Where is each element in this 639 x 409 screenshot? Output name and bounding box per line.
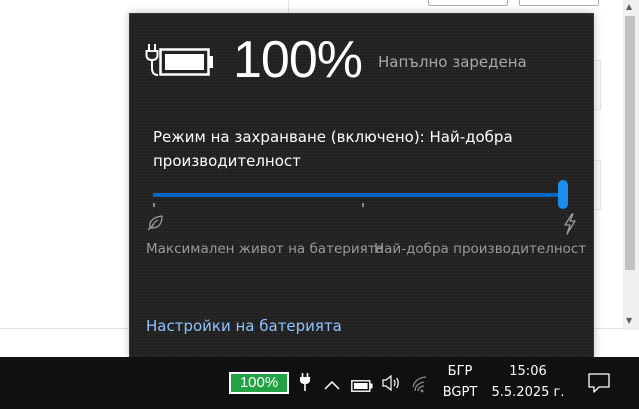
power-plug-icon[interactable] [299, 372, 311, 396]
language-indicator[interactable]: БГР [440, 363, 480, 381]
slider-tick [153, 203, 155, 207]
divider [594, 328, 624, 329]
clock-time[interactable]: 15:06 [490, 363, 566, 381]
battery-percentage: 100% [233, 31, 363, 89]
background-button[interactable] [428, 0, 508, 6]
battery-flyout: 100% Напълно заредена Режим на захранван… [129, 13, 594, 359]
power-mode-label: Режим на захранване (включено): Най-добр… [153, 128, 513, 170]
taskbar: 100% БГР BGPT 15:06 5.5.2025 г. [0, 357, 639, 409]
background-panel [593, 160, 601, 210]
power-mode-slider[interactable] [153, 193, 566, 197]
charge-status: Напълно заредена [378, 53, 527, 71]
battery-percent-badge[interactable]: 100% [229, 372, 289, 394]
battery-full-icon [159, 48, 215, 80]
wifi-icon[interactable] [412, 372, 432, 398]
slider-tick [362, 203, 364, 207]
speaker-icon[interactable] [381, 374, 401, 396]
battery-icon[interactable] [351, 377, 373, 396]
scrollbar-thumb[interactable] [625, 16, 635, 270]
power-plug-icon [145, 42, 159, 82]
divider [0, 328, 130, 329]
chevron-up-icon[interactable] [323, 376, 341, 395]
scroll-up-icon[interactable]: ▲ [626, 2, 632, 11]
notification-icon[interactable] [588, 373, 610, 397]
slider-right-label: Най-добра производителност [374, 241, 587, 257]
lightning-bolt-icon [563, 213, 577, 239]
battery-settings-link[interactable]: Настройки на батерията [146, 316, 342, 336]
clock-date[interactable]: 5.5.2025 г. [490, 384, 566, 402]
power-mode-slider-thumb[interactable] [558, 180, 568, 209]
background-button[interactable] [519, 0, 599, 6]
slider-left-label: Максимален живот на батерията [146, 241, 384, 257]
background-panel [593, 60, 601, 110]
battery-saver-leaf-icon [145, 213, 165, 237]
scroll-down-icon[interactable]: ▼ [626, 316, 632, 325]
keyboard-layout[interactable]: BGPT [440, 384, 480, 402]
